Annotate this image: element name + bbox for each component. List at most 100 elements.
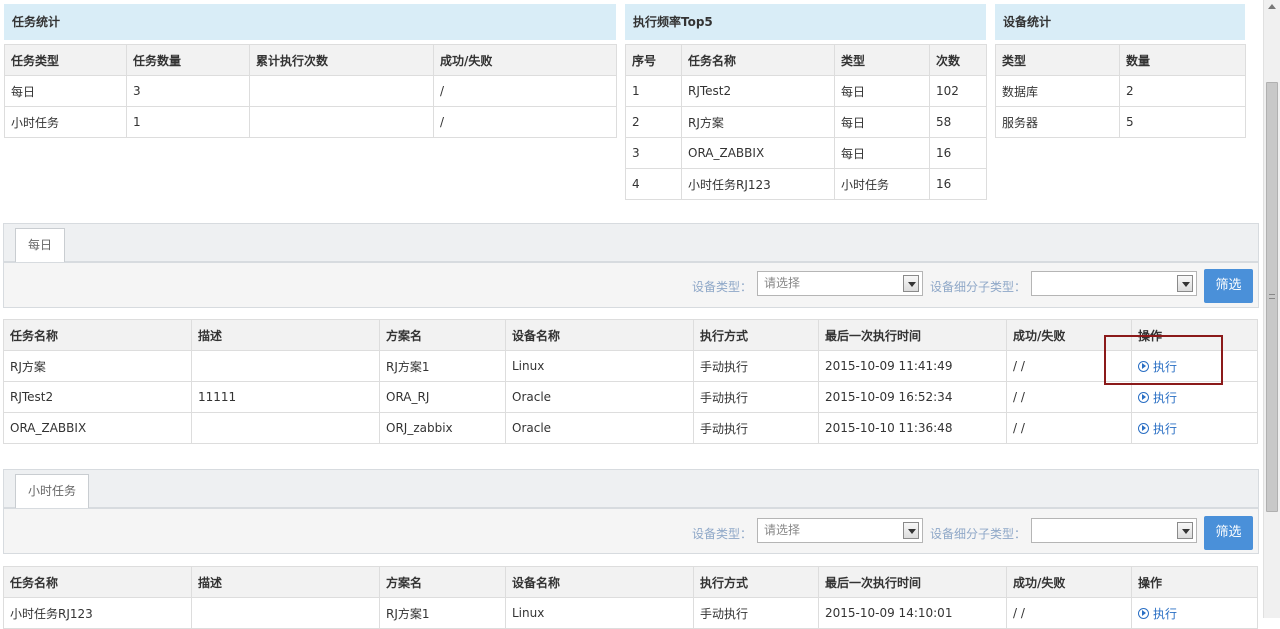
cell: 2 [625,106,682,138]
col-device-type: 类型 [995,44,1120,76]
table-row: RJTest2 11111 ORA_RJ Oracle 手动执行 2015-10… [3,381,1258,413]
table-row: 4 小时任务RJ123 小时任务 16 [625,168,987,200]
cell: 手动执行 [693,381,819,413]
device-type-select[interactable]: 请选择 [757,271,923,296]
chevron-down-icon[interactable] [1177,522,1193,539]
cell: ORA_RJ [379,381,506,413]
execute-link[interactable]: 执行 [1138,607,1177,621]
chevron-down-icon[interactable] [903,522,919,539]
subtype-label: 设备细分子类型： [930,527,1027,541]
top5-table: 序号 任务名称 类型 次数 1 RJTest2 每日 102 2 RJ方案 每日… [625,44,987,200]
scroll-up-arrow-icon[interactable] [1268,4,1276,9]
table-header-row: 序号 任务名称 类型 次数 [625,44,987,76]
cell: 2015-10-10 11:36:48 [818,412,1007,444]
tab-hourly[interactable]: 小时任务 [15,474,90,508]
col-exec-mode: 执行方式 [693,319,819,351]
cell: 16 [929,137,987,169]
cell: 执行 [1131,412,1258,444]
chevron-down-icon[interactable] [1177,275,1193,292]
task-stats-table: 任务类型 任务数量 累计执行次数 成功/失败 每日 3 / 小时任务 1 / [4,44,617,138]
cell: 每日 [4,75,127,107]
cell: 执行 [1131,597,1258,629]
col-success-fail: 成功/失败 [1006,566,1132,598]
table-row: 1 RJTest2 每日 102 [625,75,987,107]
table-row: 小时任务 1 / [4,106,617,138]
execute-link[interactable]: 执行 [1138,391,1177,405]
filter-button[interactable]: 筛选 [1204,269,1253,303]
table-row: 服务器 5 [995,106,1246,138]
daily-task-table: 任务名称 描述 方案名 设备名称 执行方式 最后一次执行时间 成功/失败 操作 … [3,319,1258,444]
cell: 2 [1119,75,1246,107]
col-device-count: 数量 [1119,44,1246,76]
cell: 手动执行 [693,350,819,382]
cell: 4 [625,168,682,200]
tab-daily[interactable]: 每日 [15,228,66,262]
col-actions: 操作 [1131,566,1258,598]
col-description: 描述 [191,566,380,598]
task-stats-panel: 任务统计 任务类型 任务数量 累计执行次数 成功/失败 每日 3 / 小时任务 … [4,4,617,138]
col-total-runs: 累计执行次数 [249,44,434,76]
cell: 58 [929,106,987,138]
cell: 每日 [834,137,930,169]
cell: 2015-10-09 16:52:34 [818,381,1007,413]
table-row: 每日 3 / [4,75,617,107]
vertical-scrollbar[interactable] [1263,0,1280,618]
highlight-box [1104,335,1223,385]
col-device-name: 设备名称 [505,566,694,598]
cell: / / [1006,381,1132,413]
play-circle-icon [1138,391,1149,403]
subtype-label: 设备细分子类型： [930,280,1027,294]
filter-button[interactable]: 筛选 [1204,516,1253,550]
table-row: 2 RJ方案 每日 58 [625,106,987,138]
cell: RJ方案 [3,350,192,382]
cell: 2015-10-09 11:41:49 [818,350,1007,382]
chevron-down-icon[interactable] [903,275,919,292]
cell: 每日 [834,106,930,138]
cell: / / [1006,597,1132,629]
cell: RJ方案 [681,106,835,138]
col-task-name: 任务名称 [3,566,192,598]
cell: 11111 [191,381,380,413]
cell: 3 [625,137,682,169]
cell: RJTest2 [3,381,192,413]
cell: 数据库 [995,75,1120,107]
cell: RJ方案1 [379,350,506,382]
cell: ORJ_zabbix [379,412,506,444]
col-index: 序号 [625,44,682,76]
device-type-value: 请选择 [764,276,801,290]
cell: RJTest2 [681,75,835,107]
col-success-fail: 成功/失败 [433,44,617,76]
cell: 小时任务RJ123 [681,168,835,200]
device-stats-panel: 设备统计 类型 数量 数据库 2 服务器 5 [995,4,1246,138]
subtype-select[interactable] [1031,518,1197,543]
cell: 小时任务 [4,106,127,138]
daily-tab-strip [3,223,1259,262]
cell: 102 [929,75,987,107]
table-row: 小时任务RJ123 RJ方案1 Linux 手动执行 2015-10-09 14… [3,597,1258,629]
table-row: 3 ORA_ZABBIX 每日 16 [625,137,987,169]
table-header-row: 任务名称 描述 方案名 设备名称 执行方式 最后一次执行时间 成功/失败 操作 [3,319,1258,351]
cell: ORA_ZABBIX [681,137,835,169]
cell: 1 [625,75,682,107]
play-circle-icon [1138,422,1149,434]
cell: 每日 [834,75,930,107]
hourly-tab-strip [3,469,1259,508]
col-description: 描述 [191,319,380,351]
cell: 小时任务RJ123 [3,597,192,629]
device-type-label: 设备类型： [692,527,753,541]
cell: 1 [126,106,250,138]
cell: / [433,75,617,107]
execute-link[interactable]: 执行 [1138,422,1177,436]
cell: 服务器 [995,106,1120,138]
subtype-select[interactable] [1031,271,1197,296]
device-type-select[interactable]: 请选择 [757,518,923,543]
cell: 16 [929,168,987,200]
table-header-row: 类型 数量 [995,44,1246,76]
col-plan-name: 方案名 [379,566,506,598]
col-task-name: 任务名称 [681,44,835,76]
col-task-count: 任务数量 [126,44,250,76]
cell [249,75,434,107]
cell: 5 [1119,106,1246,138]
col-exec-mode: 执行方式 [693,566,819,598]
col-type: 类型 [834,44,930,76]
